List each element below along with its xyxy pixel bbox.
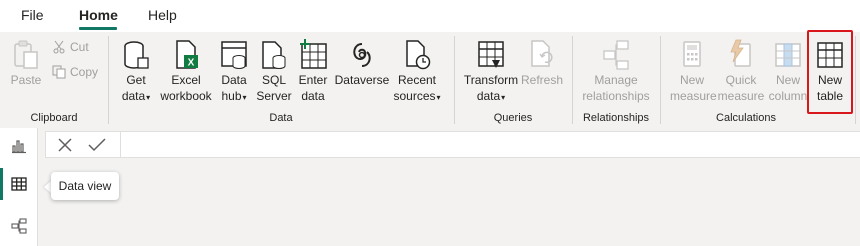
model-diagram-icon bbox=[11, 218, 27, 234]
quick-measure-button[interactable]: Quick measure bbox=[716, 38, 766, 104]
queries-group-label: Queries bbox=[493, 112, 533, 124]
view-switcher-rail bbox=[0, 128, 38, 246]
data-hub-button[interactable]: Data hub▾ bbox=[214, 38, 254, 106]
chevron-down-icon: ▾ bbox=[146, 93, 151, 102]
new-measure-button[interactable]: New measure bbox=[670, 38, 717, 104]
calculator-icon bbox=[683, 41, 701, 67]
new-column-button[interactable]: New column bbox=[768, 38, 808, 104]
sql-server-button[interactable]: SQL Server bbox=[254, 38, 294, 104]
close-icon bbox=[58, 138, 72, 152]
new-column-icon bbox=[775, 43, 801, 67]
new-table-icon bbox=[817, 42, 843, 68]
formula-input[interactable] bbox=[122, 132, 860, 157]
excel-label-2: workbook bbox=[160, 89, 212, 103]
tab-home[interactable]: Home bbox=[79, 7, 118, 23]
svg-text:X: X bbox=[188, 58, 195, 69]
cut-button[interactable]: Cut bbox=[52, 40, 89, 54]
enter-data-label-1: Enter bbox=[298, 73, 328, 87]
refresh-button[interactable]: Refresh bbox=[520, 38, 564, 88]
new-table-button[interactable]: New table bbox=[810, 38, 850, 104]
database-icon bbox=[124, 41, 149, 69]
model-view-button[interactable] bbox=[0, 210, 38, 242]
transform-data-button[interactable]: Transform data▾ bbox=[462, 38, 520, 106]
ribbon: Paste Cut Copy Clipboard Get data▾ X Exc… bbox=[0, 32, 860, 128]
chevron-down-icon: ▾ bbox=[501, 93, 506, 102]
get-data-label-1: Get bbox=[126, 73, 146, 87]
scissors-icon bbox=[53, 40, 65, 54]
paste-icon bbox=[14, 40, 38, 69]
tab-help[interactable]: Help bbox=[148, 7, 177, 23]
formula-commit-button[interactable] bbox=[82, 134, 112, 156]
recent-sources-label-2: sources bbox=[393, 89, 436, 103]
quick-measure-label-2: measure bbox=[717, 89, 765, 103]
enter-data-table-icon bbox=[300, 39, 327, 69]
excel-label-1: Excel bbox=[171, 73, 201, 87]
quick-measure-icon bbox=[730, 39, 751, 67]
transform-label-1: Transform bbox=[463, 73, 519, 87]
manage-label-1: Manage bbox=[594, 73, 638, 87]
new-table-label-2: table bbox=[816, 89, 844, 103]
dataverse-icon bbox=[353, 43, 371, 67]
manage-relationships-button[interactable]: Manage relationships bbox=[576, 38, 656, 104]
get-data-label-2: data bbox=[121, 89, 146, 103]
relationships-icon bbox=[603, 40, 629, 70]
transform-label-2: data bbox=[476, 89, 501, 103]
report-view-button[interactable] bbox=[0, 130, 38, 162]
chevron-down-icon: ▾ bbox=[242, 93, 247, 102]
clipboard-group-label: Clipboard bbox=[30, 112, 78, 124]
calculations-group-label: Calculations bbox=[716, 112, 776, 124]
table-grid-icon bbox=[11, 177, 27, 191]
transform-data-icon bbox=[478, 41, 504, 68]
data-hub-label-2: hub bbox=[221, 89, 242, 103]
formula-bar-divider bbox=[120, 131, 121, 158]
group-divider bbox=[108, 36, 109, 124]
new-table-label-1: New bbox=[817, 73, 842, 87]
chevron-down-icon: ▾ bbox=[436, 93, 441, 102]
group-divider bbox=[660, 36, 661, 124]
sql-server-icon bbox=[262, 41, 286, 69]
dataverse-label: Dataverse bbox=[334, 73, 390, 87]
excel-icon: X bbox=[176, 40, 198, 69]
tab-file[interactable]: File bbox=[21, 7, 44, 23]
refresh-icon bbox=[531, 40, 553, 67]
active-tab-indicator bbox=[79, 27, 117, 30]
copy-button[interactable]: Copy bbox=[52, 65, 98, 79]
paste-label: Paste bbox=[10, 73, 42, 87]
data-view-button[interactable] bbox=[0, 168, 38, 200]
new-measure-label-2: measure bbox=[670, 89, 717, 103]
sql-label-2: Server bbox=[256, 89, 292, 103]
paste-button[interactable]: Paste bbox=[6, 38, 46, 88]
copy-icon bbox=[52, 65, 66, 79]
copy-label: Copy bbox=[70, 65, 99, 79]
enter-data-button[interactable]: Enter data bbox=[294, 38, 332, 104]
recent-sources-label-1: Recent bbox=[397, 73, 437, 87]
quick-measure-label-1: Quick bbox=[725, 73, 757, 87]
sql-label-1: SQL bbox=[261, 73, 286, 87]
new-column-label-2: column bbox=[768, 89, 808, 103]
group-divider bbox=[572, 36, 573, 124]
new-column-label-1: New bbox=[775, 73, 800, 87]
manage-label-2: relationships bbox=[582, 89, 650, 103]
ribbon-tab-bar: File Home Help bbox=[0, 0, 860, 32]
data-group-label: Data bbox=[269, 112, 293, 124]
recent-sources-button[interactable]: Recent sources▾ bbox=[392, 38, 442, 106]
check-icon bbox=[88, 138, 106, 152]
relationships-group-label: Relationships bbox=[582, 112, 650, 124]
dataverse-button[interactable]: Dataverse bbox=[334, 38, 390, 88]
formula-cancel-button[interactable] bbox=[50, 134, 80, 156]
enter-data-label-2: data bbox=[301, 89, 325, 103]
get-data-button[interactable]: Get data▾ bbox=[114, 38, 158, 106]
group-divider bbox=[855, 36, 856, 124]
bar-chart-icon bbox=[12, 140, 26, 154]
data-view-tooltip: Data view bbox=[51, 172, 119, 200]
data-hub-label-1: Data bbox=[221, 73, 247, 87]
cut-label: Cut bbox=[70, 40, 89, 54]
group-divider bbox=[454, 36, 455, 124]
excel-workbook-button[interactable]: X Excel workbook bbox=[158, 38, 214, 104]
new-measure-label-1: New bbox=[679, 73, 704, 87]
refresh-label: Refresh bbox=[520, 73, 564, 87]
data-hub-icon bbox=[221, 41, 247, 69]
recent-sources-icon bbox=[406, 40, 431, 70]
